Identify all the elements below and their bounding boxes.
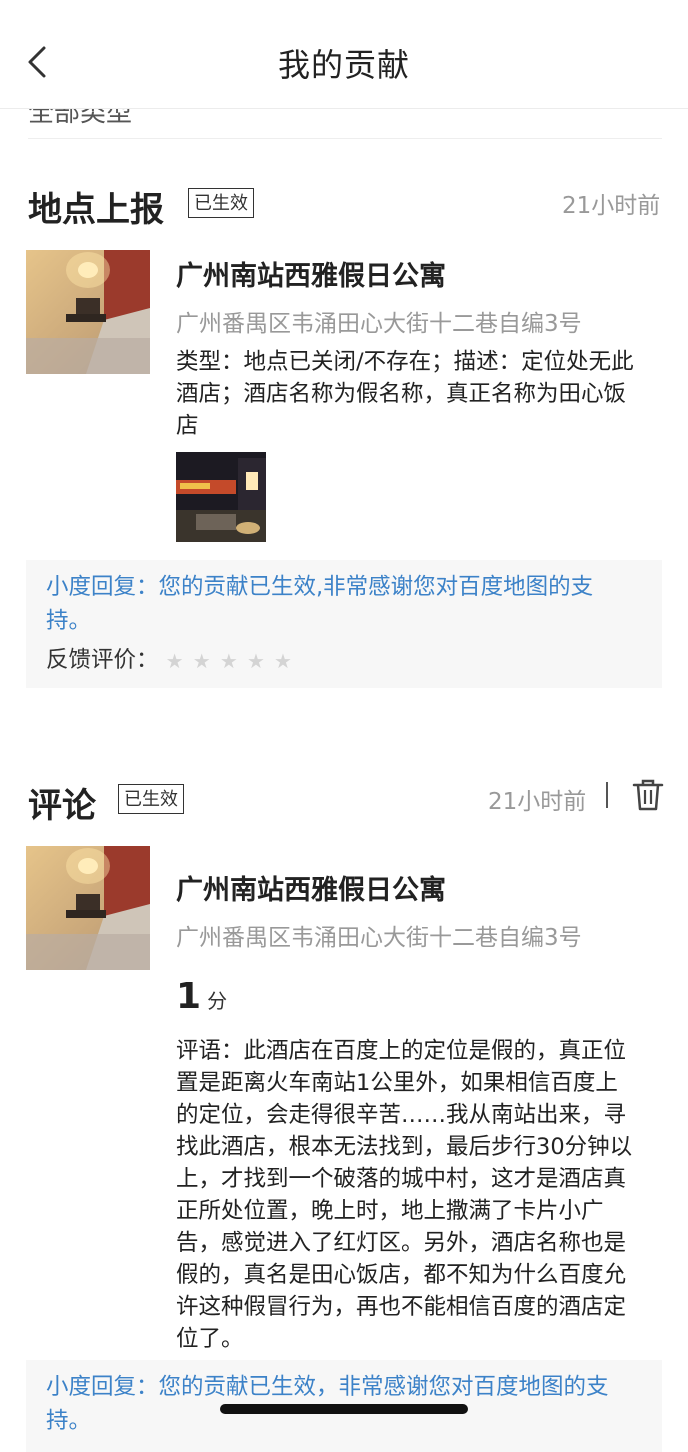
page-title: 我的贡献 bbox=[277, 46, 410, 84]
review-line: 评语：此酒店在百度上的定位是假的，真正位 bbox=[176, 1038, 627, 1064]
star-icon[interactable]: ★ bbox=[193, 645, 211, 677]
place-name[interactable]: 广州南站西雅假日公寓 bbox=[176, 868, 446, 907]
feedback-rating: 反馈评价： ★ ★ ★ ★ ★ bbox=[46, 644, 642, 676]
score-value: 1 bbox=[176, 976, 202, 1017]
section-title: 地点上报 bbox=[28, 190, 164, 230]
score-unit: 分 bbox=[207, 989, 228, 1013]
reply-line: 小度回复：您的贡献已生效，非常感谢您对百度地图的支 bbox=[46, 1374, 609, 1400]
reply-line: 小度回复：您的贡献已生效,非常感谢您对百度地图的支 bbox=[46, 574, 594, 600]
place-address: 广州番禺区韦涌田心大街十二巷自编3号 bbox=[176, 925, 582, 951]
reply-line: 持。 bbox=[46, 608, 92, 634]
hotel-thumbnail[interactable] bbox=[26, 846, 150, 970]
review-line: 许这种假冒行为，再也不能相信百度的酒店定 bbox=[176, 1294, 627, 1320]
timestamp: 21小时前 bbox=[488, 789, 587, 815]
place-name[interactable]: 广州南站西雅假日公寓 bbox=[176, 254, 446, 293]
description-line: 店 bbox=[176, 413, 199, 439]
section-title: 评论 bbox=[28, 786, 96, 826]
review-line: 位了。 bbox=[176, 1326, 244, 1352]
review-line: 告，感觉进入了红灯区。另外，酒店名称也是 bbox=[176, 1230, 627, 1256]
report-header: 地点上报 已生效 21小时前 bbox=[28, 182, 662, 232]
status-badge: 已生效 bbox=[188, 188, 254, 218]
star-rating[interactable]: ★ ★ ★ ★ ★ bbox=[166, 645, 294, 677]
description-line: 酒店；酒店名称为假名称，真正名称为田心饭 bbox=[176, 381, 627, 407]
review-text: 评语：此酒店在百度上的定位是假的，真正位 置是距离火车南站1公里外，如果相信百度… bbox=[176, 1035, 662, 1355]
report-description: 类型：地点已关闭/不存在；描述：定位处无此 酒店；酒店名称为假名称，真正名称为田… bbox=[176, 346, 662, 442]
place-address: 广州番禺区韦涌田心大街十二巷自编3号 bbox=[176, 311, 582, 337]
description-line: 类型：地点已关闭/不存在；描述：定位处无此 bbox=[176, 349, 634, 375]
trash-icon bbox=[632, 779, 664, 811]
review-line: 假的，真名是田心饭店，都不知为什么百度允 bbox=[176, 1262, 627, 1288]
review-line: 正所处位置，晚上时，地上撒满了卡片小广 bbox=[176, 1198, 604, 1224]
hotel-thumbnail[interactable] bbox=[26, 250, 150, 374]
status-badge: 已生效 bbox=[118, 784, 184, 814]
timestamp: 21小时前 bbox=[562, 193, 661, 219]
review-line: 找此酒店，根本无法找到，最后步行30分钟以 bbox=[176, 1134, 633, 1160]
review-line: 置是距离火车南站1公里外，如果相信百度上 bbox=[176, 1070, 618, 1096]
navigation-bar: 我的贡献 bbox=[0, 0, 688, 109]
home-indicator[interactable] bbox=[220, 1404, 468, 1414]
review-line: 上，才找到一个破落的城中村，这才是酒店真 bbox=[176, 1166, 627, 1192]
divider bbox=[606, 782, 608, 808]
star-icon[interactable]: ★ bbox=[247, 645, 265, 677]
star-icon[interactable]: ★ bbox=[166, 645, 184, 677]
review-line: 的定位，会走得很辛苦……我从南站出来，寻 bbox=[176, 1102, 627, 1128]
rating-label: 反馈评价： bbox=[46, 647, 159, 673]
filter-label: 全部类型 bbox=[28, 108, 133, 128]
score: 1分 bbox=[176, 976, 227, 1017]
star-icon[interactable]: ★ bbox=[274, 645, 292, 677]
filter-dropdown[interactable]: 全部类型 bbox=[28, 108, 662, 139]
delete-button[interactable] bbox=[632, 778, 664, 812]
comment-header: 评论 已生效 21小时前 bbox=[28, 778, 664, 828]
report-photo[interactable] bbox=[176, 452, 266, 542]
reply-box: 小度回复：您的贡献已生效,非常感谢您对百度地图的支 持。 反馈评价： ★ ★ ★… bbox=[26, 560, 662, 688]
star-icon[interactable]: ★ bbox=[220, 645, 238, 677]
